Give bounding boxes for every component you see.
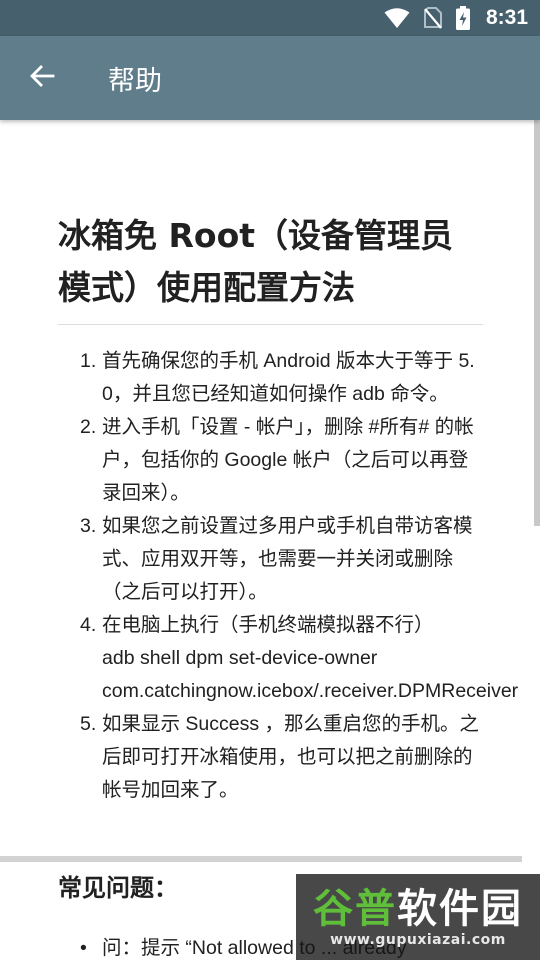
watermark-url: www.gupuxiazai.com (330, 932, 506, 948)
back-button[interactable] (0, 36, 84, 120)
watermark-brand: 谷普软件园 (313, 886, 523, 932)
watermark-brand-b: 软件园 (397, 886, 523, 932)
watermark-brand-a: 谷普 (313, 886, 397, 932)
step-number: 2. (80, 416, 97, 438)
list-item: 5. 如果显示 Success ，那么重启您的手机。之后即可打开冰箱使用，也可以… (58, 708, 483, 807)
list-item: 4. 在电脑上执行（手机终端模拟器不行） adb shell dpm set-d… (58, 609, 519, 708)
step-text: 首先确保您的手机 Android 版本大于等于 5.0，并且您已经知道如何操作 … (102, 350, 475, 405)
battery-charging-icon (455, 6, 470, 30)
step-text: 如果显示 Success ，那么重启您的手机。之后即可打开冰箱使用，也可以把之前… (102, 713, 480, 801)
steps-list: 1. 首先确保您的手机 Android 版本大于等于 5.0，并且您已经知道如何… (58, 345, 519, 807)
step-number: 3. (80, 515, 97, 537)
watermark-logo: 谷普软件园 www.gupuxiazai.com (296, 874, 540, 960)
page-title: 帮助 (108, 65, 162, 97)
article: 冰箱免 Root（设备管理员模式）使用配置方法 1. 首先确保您的手机 Andr… (58, 210, 519, 807)
status-time: 8:31 (485, 6, 528, 29)
status-bar: 8:31 (0, 0, 540, 36)
help-content[interactable]: 冰箱免 Root（设备管理员模式）使用配置方法 1. 首先确保您的手机 Andr… (0, 120, 540, 960)
adb-command-line-2: com.catchingnow.icebox/.receiver.DPMRece… (102, 680, 519, 702)
app-bar: 帮助 (0, 36, 540, 120)
step-text: 进入手机「设置 - 帐户」，删除 #所有# 的帐户，包括你的 Google 帐户… (102, 416, 474, 504)
scrollbar[interactable] (534, 120, 540, 526)
article-title: 冰箱免 Root（设备管理员模式）使用配置方法 (58, 210, 483, 325)
step-number: 4. (80, 614, 97, 636)
adb-command-line-1: adb shell dpm set-device-owner (102, 647, 378, 669)
bullet: • (80, 937, 87, 959)
wifi-icon (384, 7, 410, 29)
step-number: 1. (80, 350, 97, 372)
section-divider (0, 856, 522, 862)
no-sim-icon (423, 7, 442, 29)
step-text: 如果您之前设置过多用户或手机自带访客模式、应用双开等，也需要一并关闭或删除（之后… (102, 515, 473, 603)
step-number: 5. (80, 713, 97, 735)
faq-title: 常见问题： (58, 874, 178, 902)
arrow-left-icon (29, 63, 55, 93)
list-item: 1. 首先确保您的手机 Android 版本大于等于 5.0，并且您已经知道如何… (58, 345, 483, 411)
step-text: 在电脑上执行（手机终端模拟器不行） (102, 614, 434, 636)
list-item: 2. 进入手机「设置 - 帐户」，删除 #所有# 的帐户，包括你的 Google… (58, 411, 483, 510)
list-item: 3. 如果您之前设置过多用户或手机自带访客模式、应用双开等，也需要一并关闭或删除… (58, 510, 483, 609)
